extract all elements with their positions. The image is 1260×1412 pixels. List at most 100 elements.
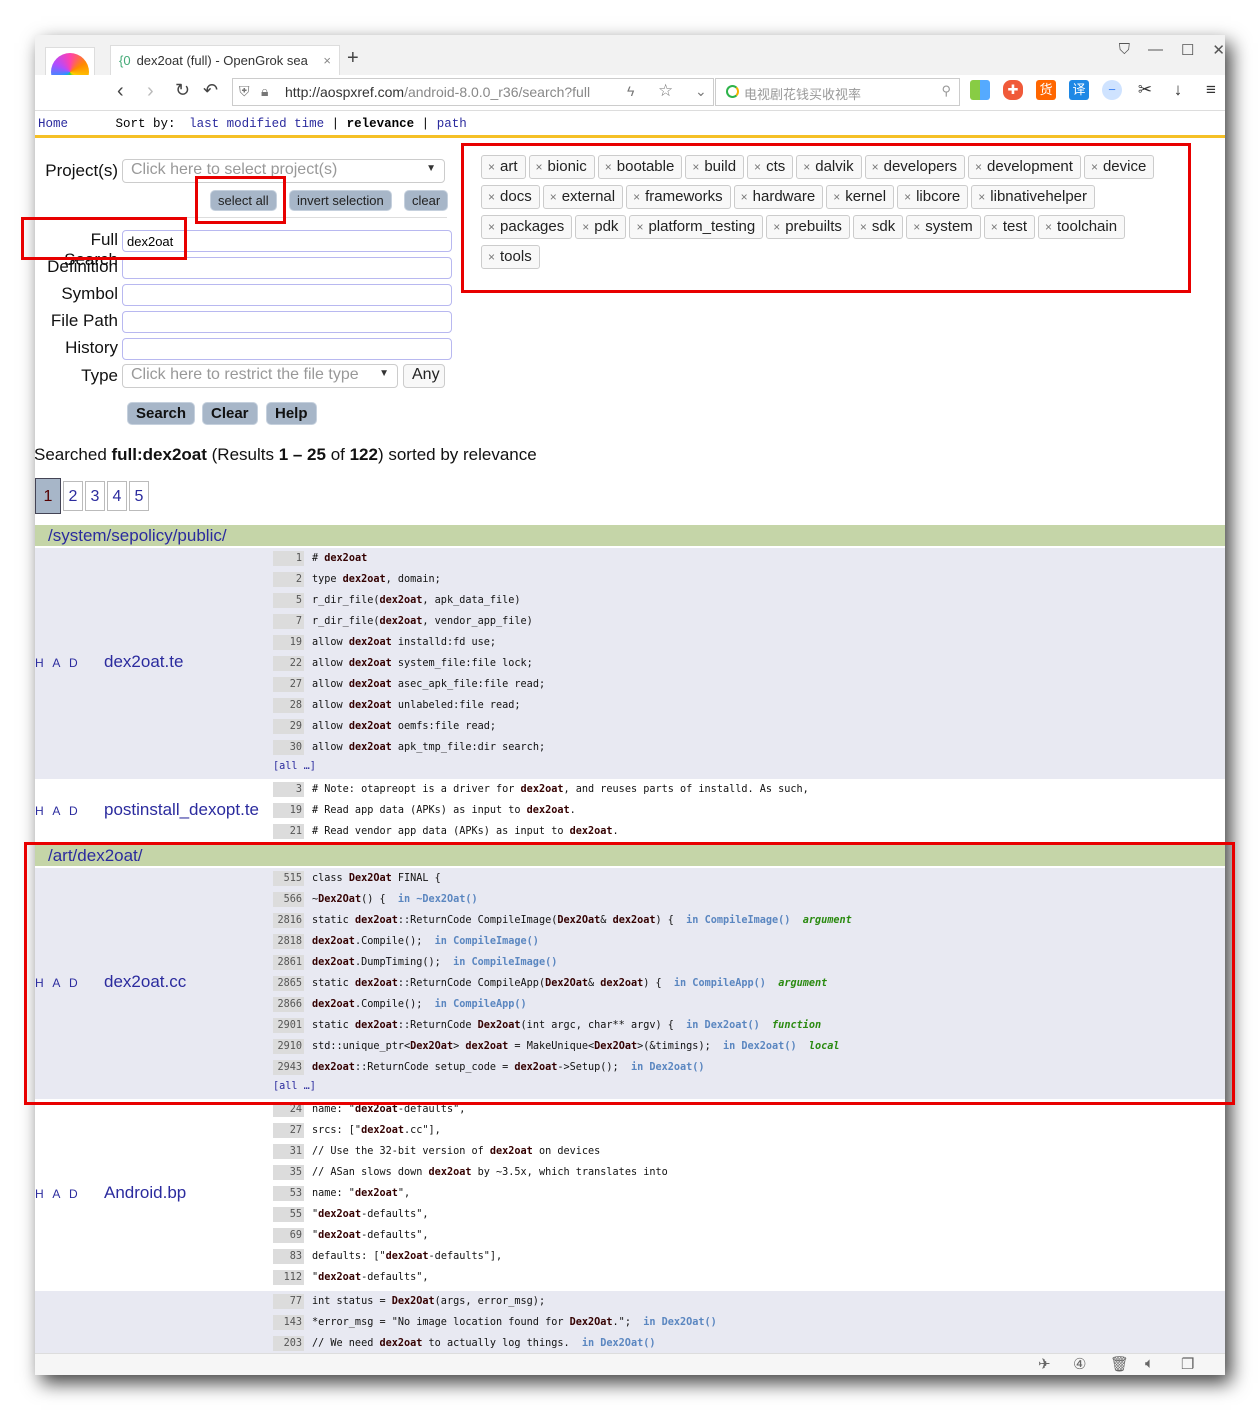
line-number[interactable]: 35 [273, 1164, 304, 1180]
code-line[interactable]: 55 "dex2oat-defaults", [273, 1204, 668, 1225]
line-number[interactable]: 7 [273, 613, 304, 629]
code-line[interactable]: 35 // ASan slows down dex2oat by ~3.5x, w… [273, 1162, 668, 1183]
code-text: apk_tmp_file:dir search; [391, 742, 546, 753]
page-link[interactable]: 3 [85, 481, 105, 511]
invert-selection-button[interactable]: invert selection [289, 190, 392, 211]
line-number[interactable]: 112 [273, 1269, 304, 1285]
code-text: allow [312, 679, 349, 690]
help-button[interactable]: Help [266, 402, 317, 425]
line-number[interactable]: 143 [273, 1314, 304, 1330]
code-text: by ~3.5x, which translates into [471, 1167, 668, 1178]
result-row: H A D Android.bp 24 name: "dex2oat-defaults… [35, 1099, 1225, 1291]
line-number[interactable]: 69 [273, 1227, 304, 1243]
line-number[interactable]: 21 [273, 823, 304, 839]
code-line[interactable]: 27 srcs: ["dex2oat.cc"], [273, 1120, 668, 1141]
code-text: # Note: otapreopt is a driver for [312, 784, 521, 795]
line-number[interactable]: 27 [273, 1122, 304, 1138]
clear-button[interactable]: Clear [202, 402, 258, 425]
code-text: r_dir_file( [312, 616, 380, 627]
scope-link[interactable]: in Dex2Oat() [582, 1338, 656, 1349]
scope-link[interactable]: in Dex2Oat() [643, 1317, 717, 1328]
code-line[interactable]: 3 # Note: otapreopt is a driver for dex2o… [273, 779, 809, 800]
code-line[interactable]: 143 *error_msg = "No image location found… [273, 1312, 717, 1333]
code-text: name: " [312, 1188, 355, 1199]
history-annotate-download-links[interactable]: H A D [35, 656, 81, 670]
line-number[interactable]: 83 [273, 1248, 304, 1264]
rocket-icon[interactable]: ✈ [1038, 1355, 1051, 1373]
window-icon[interactable]: ❐ [1181, 1355, 1194, 1373]
code-text: -defaults", [361, 1272, 429, 1283]
file-path-input[interactable] [122, 311, 452, 333]
line-number[interactable]: 19 [273, 634, 304, 650]
match-highlight: dex2oat [318, 1209, 362, 1220]
line-number[interactable]: 53 [273, 1185, 304, 1201]
line-number[interactable]: 2 [273, 571, 304, 587]
show-all-link[interactable]: [all …] [273, 758, 545, 776]
page-link[interactable]: 2 [63, 481, 83, 511]
code-line[interactable]: 5 r_dir_file(dex2oat, apk_data_file) [273, 590, 545, 611]
code-text: ", [397, 1188, 411, 1199]
code-text: on devices [532, 1146, 601, 1157]
result-row: 77 int status = Dex2Oat(args, error_msg);… [35, 1291, 1225, 1357]
type-select[interactable]: Click here to restrict the file type ▼ [122, 364, 398, 388]
code-line[interactable]: 2 type dex2oat, domain; [273, 569, 545, 590]
history-annotate-download-links[interactable]: H A D [35, 804, 81, 818]
code-line[interactable]: 19 # Read app data (APKs) as input to dex… [273, 800, 809, 821]
symbol-input[interactable] [122, 284, 452, 306]
page-link[interactable]: 4 [107, 481, 127, 511]
code-line[interactable]: 21 # Read vendor app data (APKs) as input… [273, 821, 809, 842]
sound-icon[interactable]: 🔈︎ [1145, 1355, 1154, 1372]
code-line[interactable]: 1 # dex2oat [273, 548, 545, 569]
line-number[interactable]: 31 [273, 1143, 304, 1159]
result-file-link[interactable]: postinstall_dexopt.te [104, 800, 259, 820]
code-text: int status = [312, 1296, 392, 1307]
result-file-link[interactable]: dex2oat.te [104, 652, 183, 672]
line-number[interactable]: 30 [273, 739, 304, 755]
line-number[interactable]: 22 [273, 655, 304, 671]
code-line[interactable]: 112 "dex2oat-defaults", [273, 1267, 668, 1288]
line-number[interactable]: 29 [273, 718, 304, 734]
line-number[interactable]: 3 [273, 781, 304, 797]
code-text: name: " [312, 1104, 355, 1115]
code-line[interactable]: 28 allow dex2oat unlabeled:file read; [273, 695, 545, 716]
result-row: H A D postinstall_dexopt.te 3 # Note: otapr… [35, 779, 1225, 845]
code-line[interactable]: 53 name: "dex2oat", [273, 1183, 668, 1204]
result-file-link[interactable]: Android.bp [104, 1183, 186, 1203]
directory-header[interactable]: /system/sepolicy/public/ [35, 525, 1225, 546]
page-current: 1 [35, 478, 61, 514]
history-annotate-download-links[interactable]: H A D [35, 1187, 81, 1201]
line-number[interactable]: 5 [273, 592, 304, 608]
line-number[interactable]: 55 [273, 1206, 304, 1222]
code-line[interactable]: 22 allow dex2oat system_file:file lock; [273, 653, 545, 674]
summary-text: of [325, 445, 350, 464]
page-link[interactable]: 5 [129, 481, 149, 511]
match-highlight: dex2oat [489, 1146, 533, 1157]
line-number[interactable]: 27 [273, 676, 304, 692]
line-number[interactable]: 203 [273, 1335, 304, 1351]
type-any-button[interactable]: Any [403, 364, 445, 388]
code-excerpt: 24 name: "dex2oat-defaults", 27 srcs: ["dex… [273, 1099, 668, 1288]
code-line[interactable]: 7 r_dir_file(dex2oat, vendor_app_file) [273, 611, 545, 632]
code-line[interactable]: 29 allow dex2oat oemfs:file read; [273, 716, 545, 737]
code-line[interactable]: 30 allow dex2oat apk_tmp_file:dir search; [273, 737, 545, 758]
code-line[interactable]: 19 allow dex2oat installd:fd use; [273, 632, 545, 653]
line-number[interactable]: 28 [273, 697, 304, 713]
definition-input[interactable] [122, 257, 452, 279]
code-text: // We need [312, 1338, 380, 1349]
code-line[interactable]: 31 // Use the 32-bit version of dex2oat o… [273, 1141, 668, 1162]
code-line[interactable]: 69 "dex2oat-defaults", [273, 1225, 668, 1246]
code-line[interactable]: 83 defaults: ["dex2oat-defaults"], [273, 1246, 668, 1267]
line-number[interactable]: 19 [273, 802, 304, 818]
code-line[interactable]: 77 int status = Dex2Oat(args, error_msg); [273, 1291, 717, 1312]
summary-text: ) sorted by relevance [377, 445, 537, 464]
code-line[interactable]: 203 // We need dex2oat to actually log th… [273, 1333, 717, 1354]
search-button[interactable]: Search [127, 402, 196, 425]
trash-icon[interactable]: 🗑︎ [1110, 1355, 1129, 1373]
code-line[interactable]: 27 allow dex2oat asec_apk_file:file read; [273, 674, 545, 695]
speed-icon[interactable]: ④ [1073, 1355, 1086, 1373]
clear-projects-button[interactable]: clear [404, 190, 449, 211]
line-number[interactable]: 1 [273, 550, 304, 566]
history-input[interactable] [122, 338, 452, 360]
line-number[interactable]: 77 [273, 1293, 304, 1309]
code-text: to actually log things. [422, 1338, 582, 1349]
